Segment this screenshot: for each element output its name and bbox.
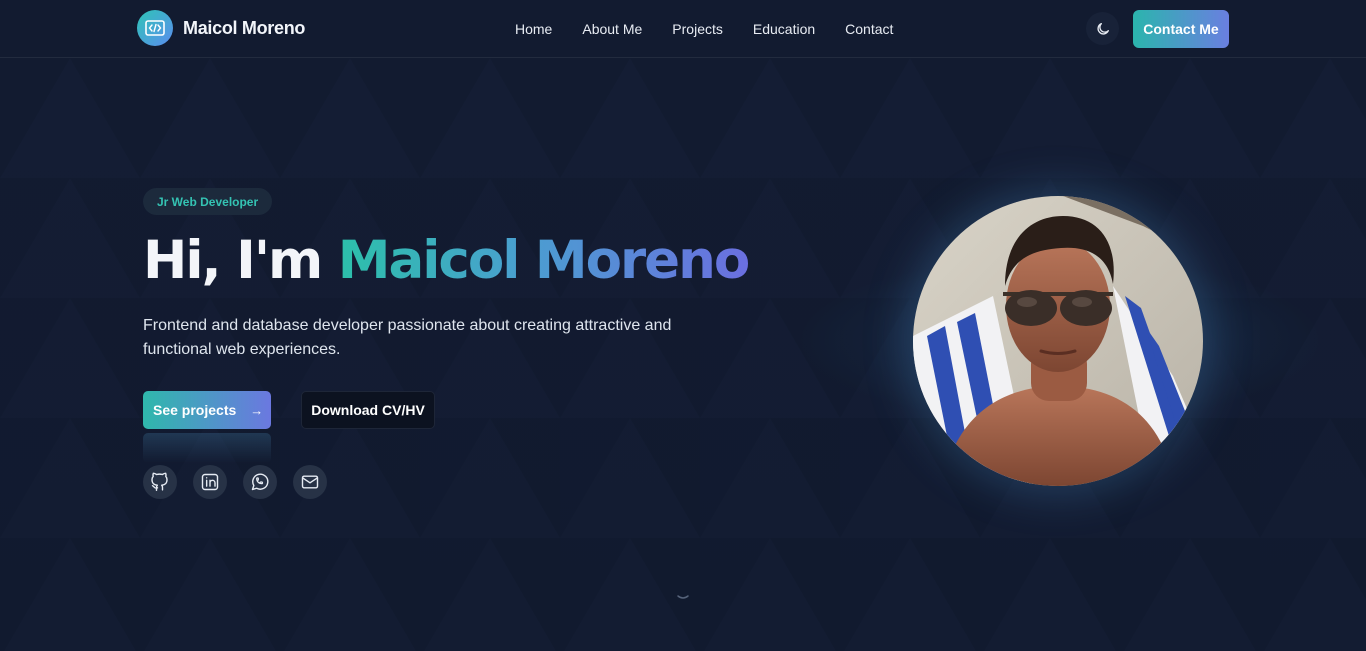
linkedin-icon	[201, 473, 219, 491]
hero-tagline: Frontend and database developer passiona…	[143, 317, 672, 358]
nav-link-home[interactable]: Home	[505, 21, 562, 37]
see-projects-button[interactable]: See projects →	[143, 391, 271, 429]
whatsapp-icon	[251, 473, 269, 491]
brand-name: Maicol Moreno	[183, 17, 306, 38]
brand[interactable]: Maicol Moreno	[137, 10, 305, 46]
hero-headline: Hi, I'm Maicol Moreno	[143, 228, 750, 294]
button-reflection	[143, 433, 271, 463]
email-link[interactable]	[293, 465, 327, 499]
download-cv-button[interactable]: Download CV/HV	[301, 391, 435, 429]
scroll-down-icon[interactable]	[676, 592, 690, 602]
nav-link-about-me[interactable]: About Me	[572, 21, 652, 37]
github-link[interactable]	[143, 465, 177, 499]
theme-toggle-button[interactable]	[1086, 12, 1119, 45]
headline-greeting: Hi, I'm	[143, 230, 338, 291]
mail-icon	[301, 475, 319, 489]
arrow-right-icon: →	[250, 402, 264, 418]
page: Maicol Moreno Home About Me Projects Edu…	[0, 0, 1366, 651]
moon-icon	[1096, 22, 1109, 35]
nav-link-projects[interactable]: Projects	[662, 21, 733, 37]
nav-link-education[interactable]: Education	[743, 21, 825, 37]
profile-photo	[913, 196, 1203, 486]
contact-me-button[interactable]: Contact Me	[1133, 10, 1229, 48]
linkedin-link[interactable]	[193, 465, 227, 499]
code-logo-icon	[137, 10, 173, 46]
role-badge: Jr Web Developer	[143, 188, 273, 215]
nav-links: Home About Me Projects Education Contact	[500, 0, 908, 58]
github-icon	[151, 472, 168, 492]
whatsapp-link[interactable]	[243, 465, 277, 499]
see-projects-label: See projects	[153, 402, 237, 418]
headline-name: Maicol Moreno	[337, 230, 750, 291]
navbar: Maicol Moreno Home About Me Projects Edu…	[0, 0, 1366, 58]
social-links	[143, 465, 327, 499]
nav-link-contact[interactable]: Contact	[835, 21, 903, 37]
